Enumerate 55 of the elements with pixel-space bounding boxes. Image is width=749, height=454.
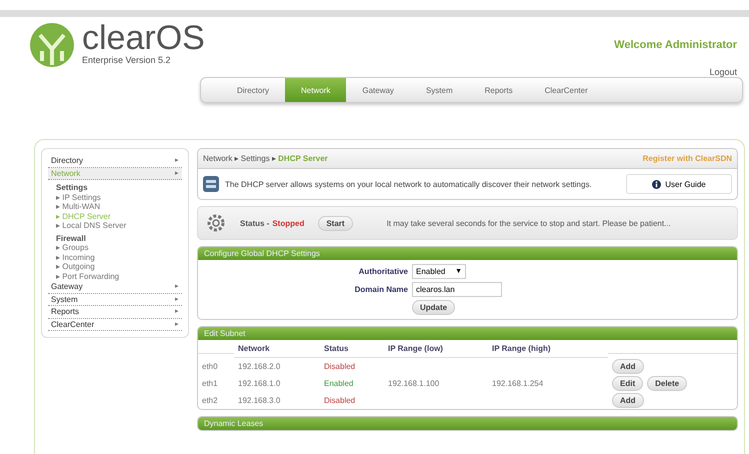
user-guide-button[interactable]: User Guide bbox=[626, 174, 732, 194]
breadcrumb: Network ▸ Settings ▸ DHCP Server bbox=[203, 154, 328, 163]
panel-header: Edit Subnet bbox=[198, 327, 737, 340]
field-label: Authoritative bbox=[358, 267, 408, 276]
sidebar-link[interactable]: ▸ Multi-WAN bbox=[48, 202, 182, 212]
table-cell-text: eth0 bbox=[201, 361, 219, 373]
group-label: Firewall bbox=[55, 232, 87, 243]
logo-text: clearOS bbox=[82, 19, 205, 57]
column-header: IP Range (low) bbox=[384, 340, 488, 358]
field-label: Domain Name bbox=[354, 285, 408, 294]
row-action-button[interactable]: Edit bbox=[612, 376, 644, 391]
sidebar-link[interactable]: ▸ Port Forwarding bbox=[48, 272, 182, 281]
status-cell-text: Disabled bbox=[323, 361, 356, 373]
nav-tab[interactable]: Reports bbox=[468, 78, 529, 102]
sidebar-link[interactable]: ▸ Groups bbox=[48, 243, 182, 252]
nav-tab[interactable]: Gateway bbox=[346, 78, 410, 102]
row-action-button[interactable]: Add bbox=[612, 359, 644, 374]
sidebar-link[interactable]: ▸ Outgoing bbox=[48, 262, 182, 272]
row-action-button[interactable]: Add bbox=[612, 393, 644, 408]
table-cell-text: eth2 bbox=[201, 395, 219, 407]
sidebar-link[interactable]: ▸ Incoming bbox=[48, 252, 182, 262]
column-header: Status bbox=[320, 340, 384, 358]
table-cell-text: 192.168.2.0 bbox=[237, 361, 282, 373]
logo-icon bbox=[28, 21, 76, 69]
table-cell-text: 192.168.3.0 bbox=[237, 395, 282, 407]
status-cell-text: Enabled bbox=[323, 378, 354, 390]
nav-tab[interactable]: Network bbox=[285, 78, 346, 102]
panel-header: Configure Global DHCP Settings bbox=[198, 247, 737, 260]
sidebar-link[interactable]: ▸ IP Settings bbox=[48, 192, 182, 202]
group-label: Settings bbox=[55, 182, 89, 192]
sidebar-link[interactable]: ▸ Local DNS Server bbox=[48, 221, 182, 230]
update-button[interactable]: Update bbox=[412, 300, 456, 315]
status-note: It may take several seconds for the service to stop and start. Please be patient... bbox=[386, 218, 671, 228]
table-cell-text: 192.168.1.254 bbox=[491, 378, 544, 390]
info-icon bbox=[652, 180, 662, 188]
server-icon bbox=[203, 176, 219, 192]
column-header: IP Range (high) bbox=[488, 340, 608, 358]
nav-tab[interactable]: ClearCenter bbox=[528, 78, 604, 102]
panel-header: Dynamic Leases bbox=[198, 417, 737, 430]
start-button[interactable]: Start bbox=[318, 216, 353, 230]
domain-field[interactable]: clearos.lan bbox=[412, 282, 502, 297]
gear-icon bbox=[206, 213, 226, 233]
info-text: The DHCP server allows systems on your local network to automatically discover their network settings. bbox=[225, 178, 593, 190]
table-cell-text: 192.168.1.0 bbox=[237, 378, 282, 390]
status-cell-text: Disabled bbox=[323, 395, 356, 407]
edition-text: Enterprise Version 5.2 bbox=[82, 55, 172, 65]
table-cell-text: eth1 bbox=[201, 378, 219, 390]
welcome-text: Welcome Administrator bbox=[614, 39, 737, 51]
row-action-button[interactable]: Delete bbox=[647, 376, 688, 391]
table-cell-text: 192.168.1.100 bbox=[387, 378, 440, 390]
nav-tab[interactable]: Directory bbox=[221, 78, 286, 102]
column-header: Network bbox=[234, 340, 320, 358]
status-text: Status - Stopped bbox=[240, 218, 304, 228]
nav-tab[interactable]: System bbox=[410, 78, 469, 102]
logout-link[interactable]: Logout bbox=[709, 67, 737, 77]
